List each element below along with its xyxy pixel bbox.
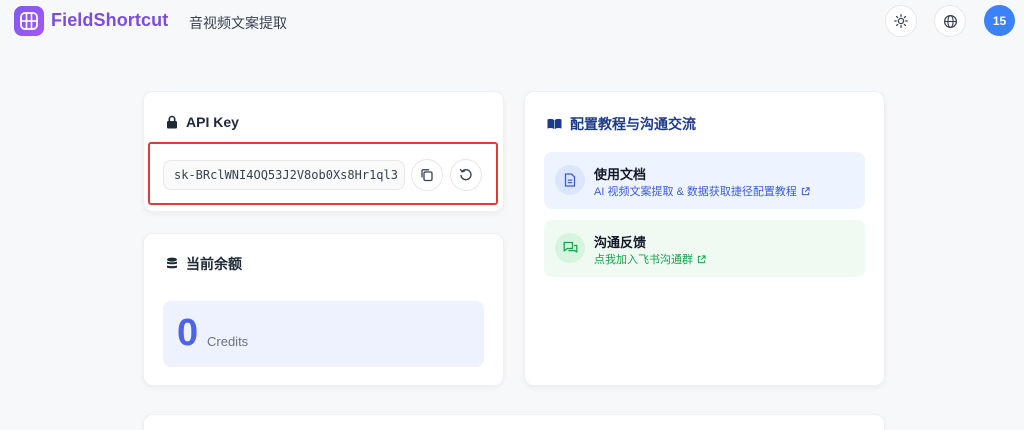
docs-card[interactable]: 使用文档 AI 视频文案提取 & 数据获取捷径配置教程 <box>544 152 865 209</box>
top-bar: FieldShortcut 音视频文案提取 15 <box>0 0 1024 44</box>
chat-bubbles-icon <box>563 241 577 253</box>
credits-unit: Credits <box>207 334 249 349</box>
docs-title: 使用文档 <box>594 167 647 182</box>
feedback-link-text[interactable]: 点我加入飞书沟通群 <box>594 251 693 267</box>
brand-name[interactable]: FieldShortcut <box>51 10 168 31</box>
lock-icon <box>167 115 177 129</box>
language-button[interactable] <box>934 5 966 37</box>
external-link-icon <box>697 254 706 263</box>
document-icon <box>564 173 576 187</box>
database-icon <box>167 257 177 269</box>
feedback-icon-wrap <box>555 233 585 263</box>
external-link-icon <box>801 186 810 195</box>
bottom-card <box>143 414 885 430</box>
guide-title-text: 配置教程与沟通交流 <box>570 116 696 132</box>
book-open-icon <box>547 118 562 129</box>
guide-title: 配置教程与沟通交流 <box>547 114 696 134</box>
grid-globe-icon <box>20 12 38 30</box>
docs-link[interactable]: AI 视频文案提取 & 数据获取捷径配置教程 <box>594 183 810 199</box>
copy-icon <box>421 169 433 182</box>
balance-title: 当前余额 <box>166 254 242 274</box>
api-key-title-text: API Key <box>186 114 239 130</box>
sun-icon <box>894 14 908 28</box>
api-key-title: API Key <box>166 114 239 130</box>
feedback-title: 沟通反馈 <box>594 235 647 250</box>
credits-amount: 0 <box>177 312 199 354</box>
credits-panel: 0 Credits <box>163 301 484 367</box>
globe-icon <box>943 14 957 28</box>
app-logo[interactable] <box>14 6 44 36</box>
page-subtitle: 音视频文案提取 <box>189 15 287 31</box>
refresh-icon <box>459 168 472 181</box>
feedback-link[interactable]: 点我加入飞书沟通群 <box>594 251 706 267</box>
copy-key-button[interactable] <box>411 159 443 191</box>
regenerate-key-button[interactable] <box>450 159 482 191</box>
docs-icon-wrap <box>555 165 585 195</box>
docs-link-text[interactable]: AI 视频文案提取 & 数据获取捷径配置教程 <box>594 183 797 199</box>
api-key-field[interactable]: sk-BRclWNI4OQ53J2V8ob0Xs8Hr1ql3 <box>163 160 405 190</box>
user-avatar[interactable]: 15 <box>984 5 1015 36</box>
theme-toggle-button[interactable] <box>885 5 917 37</box>
balance-title-text: 当前余额 <box>186 256 242 272</box>
feedback-card[interactable]: 沟通反馈 点我加入飞书沟通群 <box>544 220 865 277</box>
